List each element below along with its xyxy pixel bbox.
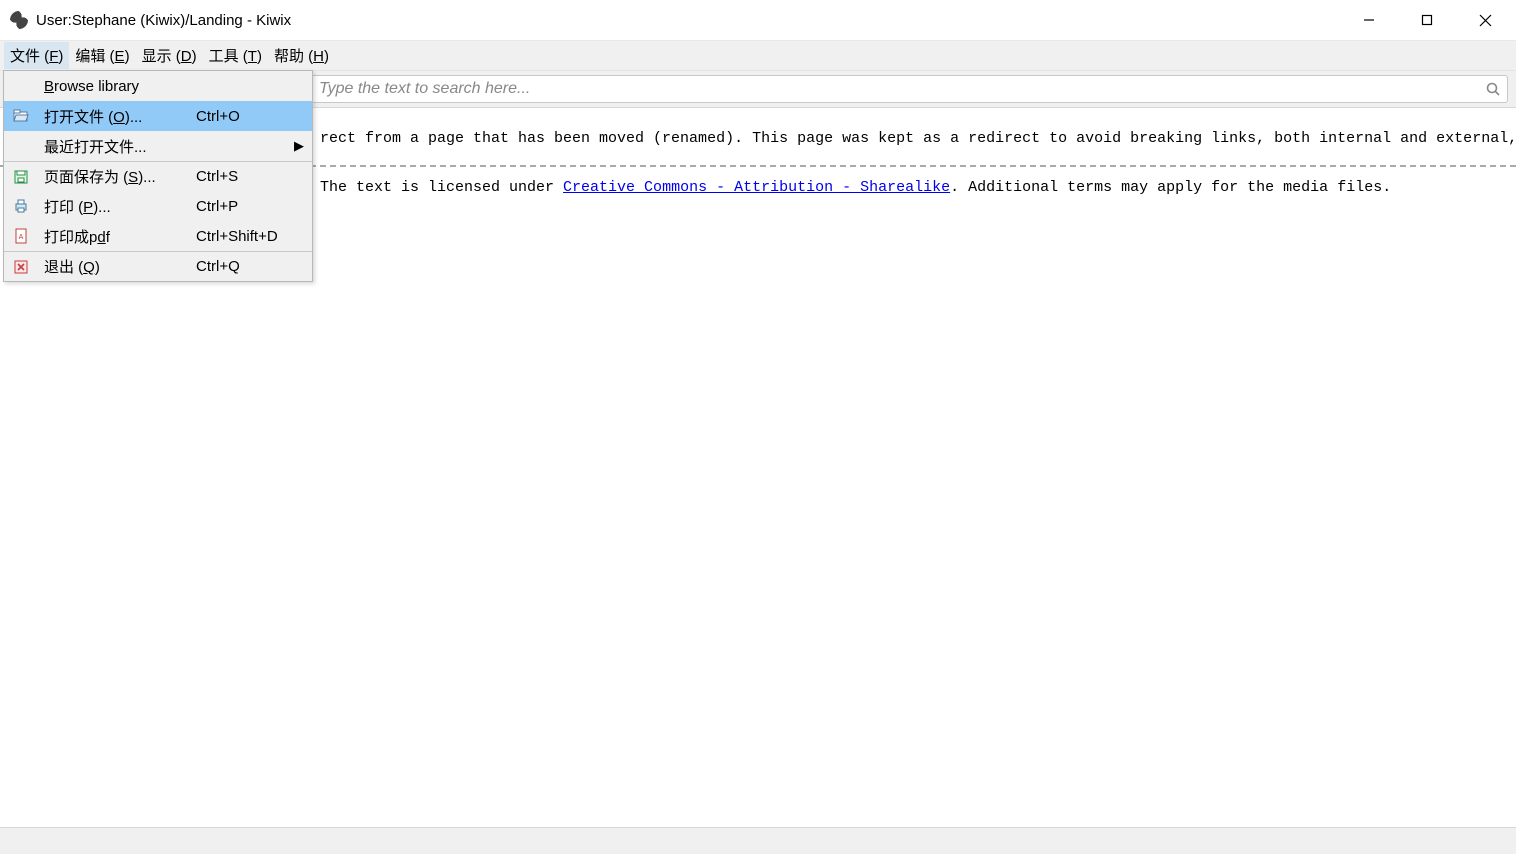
menu-label: 页面保存为 (S)... xyxy=(44,166,196,187)
menu-view[interactable]: 显示 (D) xyxy=(136,42,203,69)
close-button[interactable] xyxy=(1456,0,1514,40)
search-input[interactable] xyxy=(310,75,1508,103)
exit-icon xyxy=(10,256,32,278)
titlebar: User:Stephane (Kiwix)/Landing - Kiwix xyxy=(0,0,1516,40)
search-wrap xyxy=(310,75,1508,103)
menu-item-print-pdf[interactable]: A 打印成pdf Ctrl+Shift+D xyxy=(4,221,312,251)
menu-label: Browse library xyxy=(44,78,196,95)
menu-accel: Ctrl+S xyxy=(196,168,304,185)
menu-item-save-as[interactable]: 页面保存为 (S)... Ctrl+S xyxy=(4,161,312,191)
window-title: User:Stephane (Kiwix)/Landing - Kiwix xyxy=(36,12,1340,29)
license-pre: The text is licensed under xyxy=(320,179,563,196)
menu-file[interactable]: 文件 (F) xyxy=(4,42,69,69)
print-icon xyxy=(10,195,32,217)
menu-label: 退出 (Q) xyxy=(44,256,196,277)
maximize-button[interactable] xyxy=(1398,0,1456,40)
menu-item-recent-files[interactable]: 最近打开文件... ▶ xyxy=(4,131,312,161)
statusbar xyxy=(0,827,1516,854)
menu-item-print[interactable]: 打印 (P)... Ctrl+P xyxy=(4,191,312,221)
svg-text:A: A xyxy=(19,234,24,241)
maximize-icon xyxy=(1421,14,1433,26)
license-post: . Additional terms may apply for the med… xyxy=(950,179,1391,196)
save-icon xyxy=(10,166,32,188)
license-text: The text is licensed under Creative Comm… xyxy=(320,179,1506,196)
menu-help[interactable]: 帮助 (H) xyxy=(268,42,335,69)
submenu-arrow-icon: ▶ xyxy=(290,138,304,154)
pdf-icon: A xyxy=(10,225,32,247)
app-icon xyxy=(10,11,28,29)
file-menu-dropdown: Browse library 打开文件 (O)... Ctrl+O 最近打开文件… xyxy=(3,70,313,282)
menu-item-open-file[interactable]: 打开文件 (O)... Ctrl+O xyxy=(4,101,312,131)
menubar: 文件 (F) 编辑 (E) 显示 (D) 工具 (T) 帮助 (H) xyxy=(0,40,1516,70)
menu-label: 打开文件 (O)... xyxy=(44,106,196,127)
redirect-text: rect from a page that has been moved (re… xyxy=(320,130,1506,147)
menu-edit[interactable]: 编辑 (E) xyxy=(69,42,135,69)
window-controls xyxy=(1340,0,1514,40)
minimize-button[interactable] xyxy=(1340,0,1398,40)
blank-icon xyxy=(10,135,32,157)
close-icon xyxy=(1479,14,1492,27)
menu-label: 最近打开文件... xyxy=(44,136,290,157)
menu-label: 打印 (P)... xyxy=(44,196,196,217)
menu-accel: Ctrl+Q xyxy=(196,258,304,275)
minimize-icon xyxy=(1363,14,1375,26)
search-icon[interactable] xyxy=(1486,82,1500,96)
blank-icon xyxy=(10,75,32,97)
menu-accel: Ctrl+P xyxy=(196,198,304,215)
menu-accel: Ctrl+Shift+D xyxy=(196,228,304,245)
menu-item-browse-library[interactable]: Browse library xyxy=(4,71,312,101)
menu-item-exit[interactable]: 退出 (Q) Ctrl+Q xyxy=(4,251,312,281)
menu-accel: Ctrl+O xyxy=(196,108,304,125)
license-link[interactable]: Creative Commons - Attribution - Shareal… xyxy=(563,179,950,196)
open-icon xyxy=(10,105,32,127)
menu-label: 打印成pdf xyxy=(44,226,196,247)
menu-tools[interactable]: 工具 (T) xyxy=(203,42,268,69)
